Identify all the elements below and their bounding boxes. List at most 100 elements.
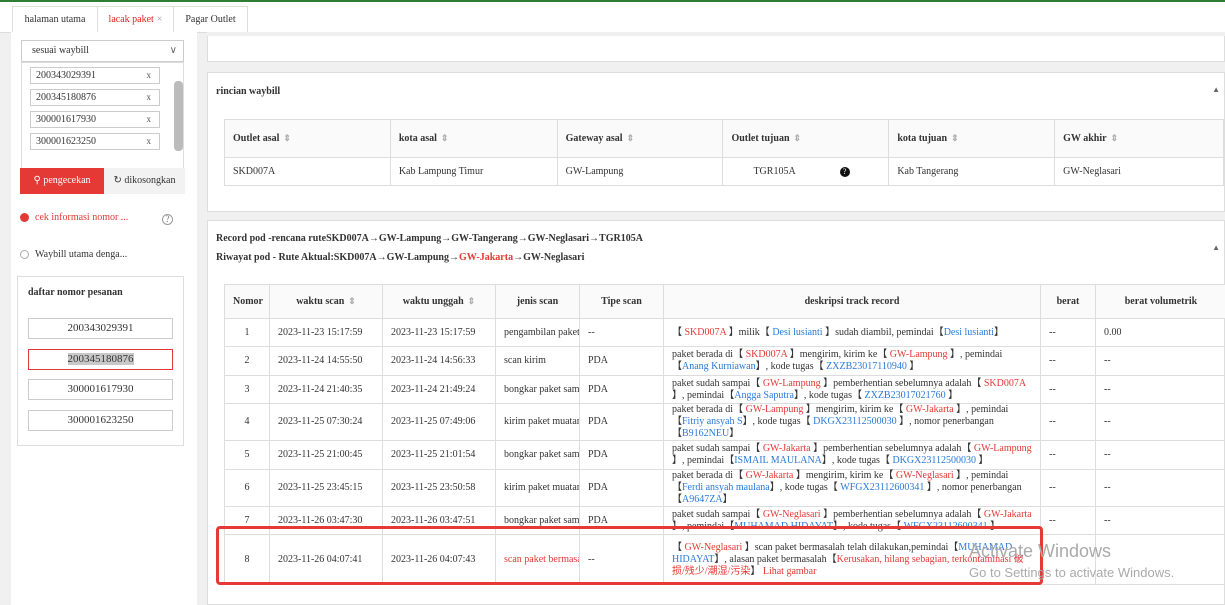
link-text[interactable]: Anang Kurniawan <box>682 361 756 372</box>
desc-text: 】mengirim, kirim ke【 <box>803 404 906 415</box>
option-cek-informasi[interactable]: cek informasi nomor ... <box>20 212 128 223</box>
waybill-text: 300001623250 <box>36 136 96 147</box>
table-cell: -- <box>1040 403 1096 441</box>
track-description: 【 SKD007A 】milik【 Desi lusianti 】sudah d… <box>663 318 1041 347</box>
highlight-text: GW-Neglasari <box>762 508 821 520</box>
clear-button-label: dikosongkan <box>124 175 176 186</box>
link-text[interactable]: DKGX23112500030 <box>813 416 897 427</box>
sort-icon: ⇕ <box>440 133 449 143</box>
table-cell: kirim paket muatan <box>495 469 580 507</box>
question-icon[interactable]: ? <box>839 167 850 177</box>
desc-text: 】pemberhentian sebelumnya adalah【 <box>820 377 984 389</box>
tab-halaman-utama[interactable]: halaman utama <box>12 6 98 32</box>
option-waybill-utama[interactable]: Waybill utama denga... <box>20 249 127 260</box>
desc-text: 】, kode tugas【 <box>821 455 893 466</box>
table-cell: -- <box>1095 403 1225 441</box>
column-header: Outlet asal ⇕ <box>224 119 391 158</box>
order-item[interactable]: 300001617930 <box>28 379 173 400</box>
desc-text: 】, kode tugas【 <box>755 361 827 372</box>
table-cell: -- <box>1095 375 1225 404</box>
link-text[interactable]: ZXZB23017110940 <box>826 361 907 372</box>
table-row: 3 2023-11-24 21:40:35 2023-11-24 21:49:24 b… <box>224 375 1225 404</box>
table-row: 4 2023-11-25 07:30:24 2023-11-25 07:49:06 k… <box>224 403 1225 441</box>
link-text[interactable]: ISMAIL MAULANA <box>734 455 822 466</box>
link-text[interactable]: B9162NEU <box>682 428 729 439</box>
tab-lacak-paket[interactable]: lacak paket × <box>97 6 174 32</box>
table-cell: 2023-11-24 21:49:24 <box>382 375 496 404</box>
table-cell: 3 <box>224 375 270 404</box>
desc-text: 【 <box>672 326 685 338</box>
clear-button[interactable]: ↻ dikosongkan <box>104 168 185 194</box>
radio-checked-icon <box>20 213 29 223</box>
waybill-tag: 200345180876 x <box>30 89 160 106</box>
order-item[interactable]: 300001623250 <box>28 410 173 431</box>
close-icon[interactable]: × <box>157 14 163 25</box>
tab-pagar-outlet[interactable]: Pagar Outlet <box>173 6 248 32</box>
table-cell: PDA <box>579 375 664 404</box>
desc-text: 】 <box>993 326 1004 338</box>
desc-text: 】, kode tugas【 <box>742 416 814 427</box>
order-item[interactable]: 200343029391 <box>28 318 173 339</box>
table-cell: -- <box>1095 440 1225 470</box>
desc-text: 】, pemindai【 <box>672 455 735 466</box>
remove-icon[interactable]: x <box>147 68 152 83</box>
highlight-text: GW-Lampung <box>762 377 821 389</box>
highlight-text: SKD007A <box>684 326 727 338</box>
highlight-text: GW-Jakarta <box>983 508 1032 520</box>
select-value: sesuai waybill <box>32 45 89 56</box>
table-cell: bongkar paket sampai <box>495 375 580 404</box>
sort-icon: ⇕ <box>793 133 802 143</box>
link-text[interactable]: WFGX23112600341 <box>840 482 924 493</box>
table-row: 6 2023-11-25 23:45:15 2023-11-25 23:50:58 k… <box>224 469 1225 507</box>
waybill-tag: 300001617930 x <box>30 111 160 128</box>
track-description: paket sudah sampai【 GW-Jakarta 】pemberhe… <box>663 440 1041 470</box>
order-number: 200345180876 <box>67 353 134 365</box>
table-cell: 6 <box>224 469 270 507</box>
remove-icon[interactable]: x <box>147 134 152 149</box>
column-header: waktu unggah ⇕ <box>382 284 496 319</box>
search-button[interactable]: ⚲ pengecekan <box>20 168 104 194</box>
tab-label: halaman utama <box>24 14 86 25</box>
link-text[interactable]: Desi lusianti <box>772 327 822 338</box>
search-mode-select[interactable]: sesuai waybill ∨ <box>21 40 184 62</box>
link-text[interactable]: ZXZB23017021760 <box>864 390 945 401</box>
table-cell: PDA <box>579 440 664 470</box>
tab-label: lacak paket <box>108 14 154 25</box>
link-text[interactable]: Desi lusianti <box>944 327 994 338</box>
table-row: 5 2023-11-25 21:00:45 2023-11-25 21:01:54 b… <box>224 440 1225 470</box>
column-header: GW akhir ⇕ <box>1054 119 1224 158</box>
sort-icon: ⇕ <box>283 133 291 143</box>
highlight-text: GW-Lampung <box>745 404 804 415</box>
table-cell: SKD007A <box>224 157 391 186</box>
scrollbar-thumb[interactable] <box>174 81 183 151</box>
collapse-caret-icon[interactable]: ▲ <box>1212 85 1220 94</box>
activate-windows-hint: Go to Settings to activate Windows. <box>969 565 1175 580</box>
help-icon[interactable]: ? <box>162 214 173 225</box>
table-cell: scan kirim <box>495 346 580 376</box>
desc-text: paket sudah sampai【 <box>672 377 763 389</box>
desc-text: 】pemberhentian sebelumnya adalah【 <box>820 508 984 520</box>
remove-icon[interactable]: x <box>147 90 152 105</box>
link-text[interactable]: Ferdi ansyah maulana <box>682 482 770 493</box>
desc-text: 】milik【 <box>726 326 773 338</box>
highlight-text: GW-Lampung <box>973 443 1032 454</box>
highlight-text: GW-Jakarta <box>905 404 954 415</box>
highlight-text: SKD007A <box>983 377 1026 389</box>
order-item-selected[interactable]: 200345180876 <box>28 349 173 370</box>
table-cell: 2023-11-24 14:55:50 <box>269 346 383 376</box>
column-header: Outlet tujuan ⇕ <box>722 119 890 158</box>
actual-route: Riwayat pod - Rute Aktual:SKD007A→GW-Lam… <box>216 252 585 263</box>
table-cell: pengambilan paket <box>495 318 580 347</box>
rincian-table: Outlet asal ⇕ kota asal ⇕ Gateway asal ⇕ Ou… <box>224 119 1224 186</box>
link-text[interactable]: Angga Saputra <box>734 390 794 401</box>
collapse-caret-icon[interactable]: ▲ <box>1212 243 1220 252</box>
link-text[interactable]: DKGX23112500030 <box>892 455 976 466</box>
remove-icon[interactable]: x <box>147 112 152 127</box>
table-cell: GW-Lampung <box>556 157 724 186</box>
sort-icon: ⇕ <box>467 296 476 306</box>
table-cell: Kab Tangerang <box>888 157 1056 186</box>
link-text[interactable]: A9647ZA <box>682 494 723 505</box>
waybill-input-list: 200343029391 x 200345180876 x 300001617930… <box>21 62 184 182</box>
link-text[interactable]: Fitriy ansyah S <box>682 416 743 427</box>
highlight-text: GW-Lampung <box>889 349 948 360</box>
